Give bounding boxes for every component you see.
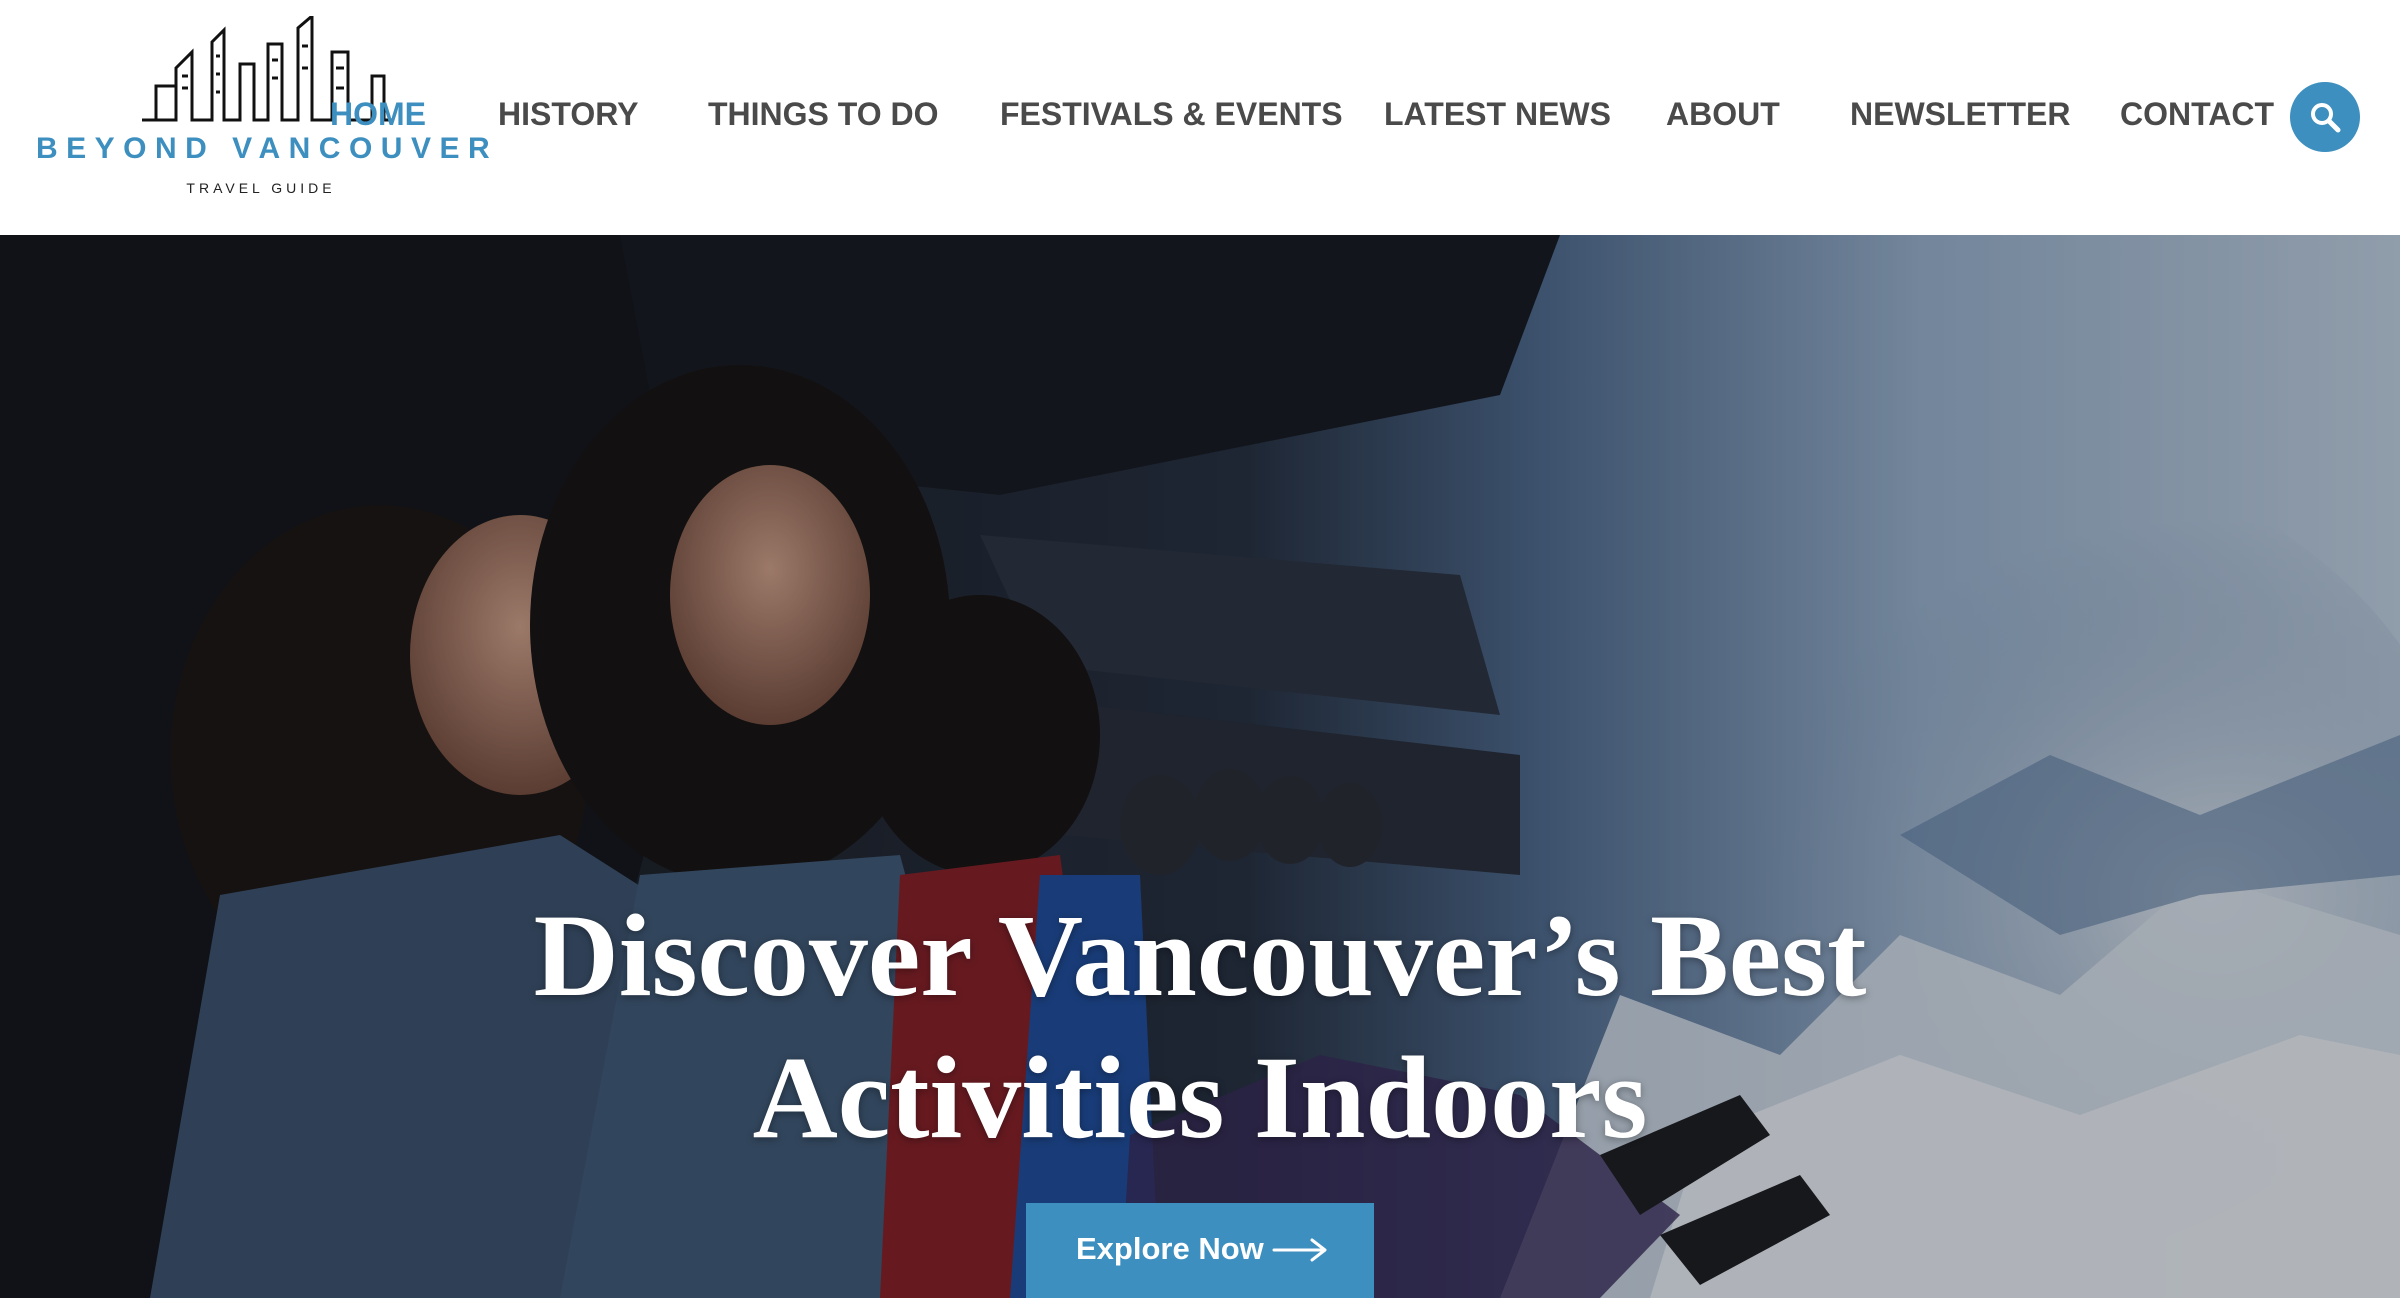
arrow-right-icon — [1272, 1238, 1327, 1262]
hero-title-line-2: Activities Indoors — [752, 1032, 1648, 1163]
hero-title: Discover Vancouver’s Best Activities Ind… — [300, 885, 2100, 1169]
nav-contact[interactable]: CONTACT — [2120, 96, 2274, 133]
nav-latest-news[interactable]: LATEST NEWS — [1384, 96, 1611, 133]
hero-title-line-1: Discover Vancouver’s Best — [533, 890, 1867, 1021]
logo-tagline: TRAVEL GUIDE — [186, 180, 336, 196]
site-header: BEYOND VANCOUVER TRAVEL GUIDE HOME HISTO… — [0, 0, 2400, 235]
nav-about[interactable]: ABOUT — [1666, 96, 1780, 133]
search-icon — [2311, 103, 2341, 133]
hero-banner: Discover Vancouver’s Best Activities Ind… — [0, 235, 2400, 1298]
logo-title: BEYOND VANCOUVER — [36, 132, 499, 165]
explore-now-button[interactable]: Explore Now — [1026, 1203, 1374, 1298]
nav-home[interactable]: HOME — [330, 96, 426, 133]
nav-things-to-do[interactable]: THINGS TO DO — [708, 96, 939, 133]
nav-newsletter[interactable]: NEWSLETTER — [1850, 96, 2070, 133]
explore-now-label: Explore Now — [1076, 1231, 1264, 1266]
nav-history[interactable]: HISTORY — [498, 96, 638, 133]
search-button[interactable] — [2290, 82, 2360, 152]
nav-festivals-events[interactable]: FESTIVALS & EVENTS — [1000, 96, 1343, 133]
